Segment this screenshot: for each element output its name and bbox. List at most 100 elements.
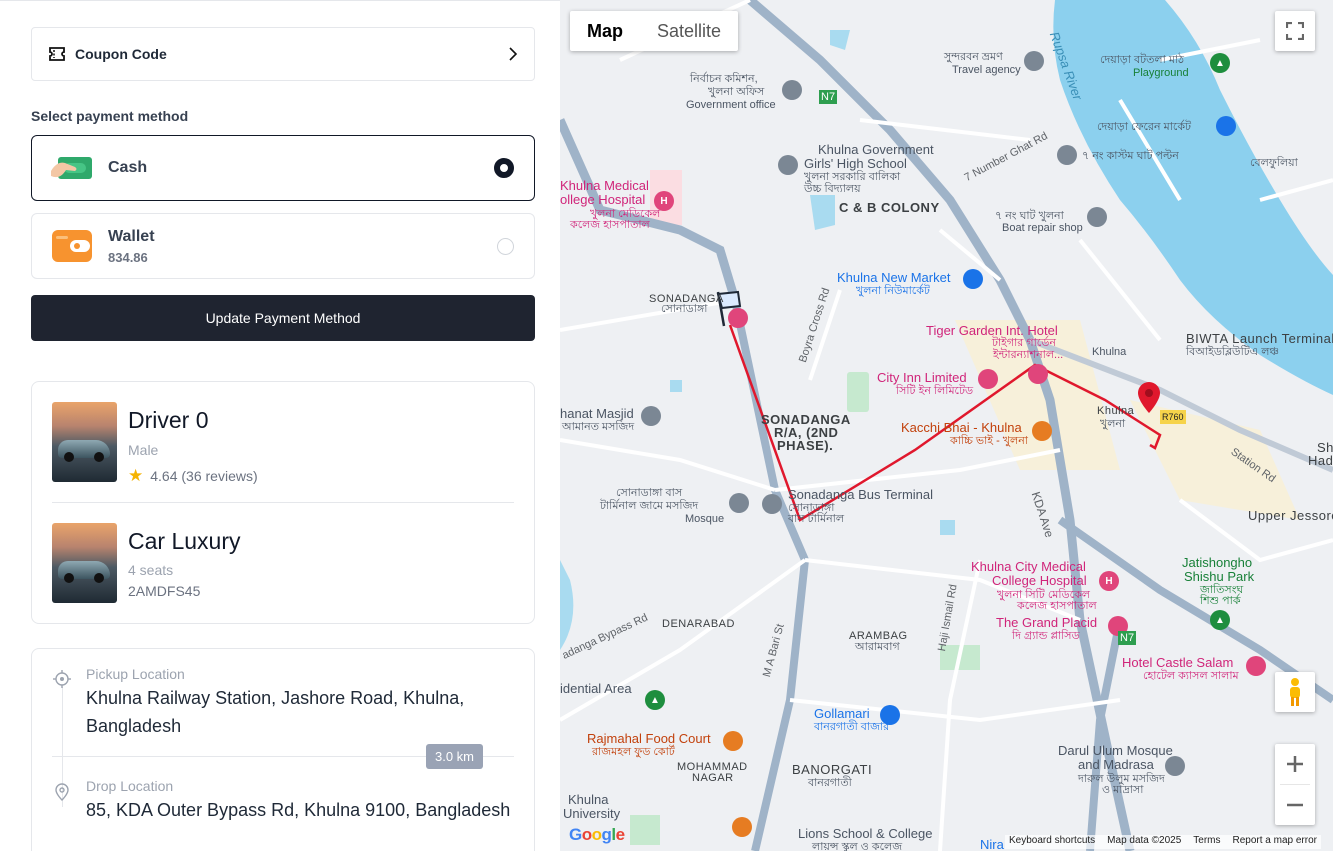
map-label: বিআইডব্লিউটিএ লঞ্চ — [1186, 346, 1280, 358]
route-map[interactable]: ▲ H H ▲ ▲ Rupsa River সুন্দরবন ভ্রমণ Tra… — [560, 0, 1333, 851]
park-pin-icon[interactable]: ▲ — [1210, 610, 1230, 630]
bus-terminal-pin-icon[interactable] — [762, 494, 782, 514]
map-label: City Inn Limited — [877, 370, 967, 385]
pickup-target-icon — [53, 670, 71, 688]
report-error-link[interactable]: Report a map error — [1233, 835, 1317, 849]
restaurant-pin-icon[interactable] — [723, 731, 743, 751]
government-office-pin-icon[interactable] — [782, 80, 802, 100]
wallet-balance: 834.86 — [108, 249, 148, 265]
map-label: Khulna City Medical — [971, 559, 1086, 574]
map-label: শিশু পার্ক — [1200, 595, 1241, 607]
fullscreen-icon — [1286, 22, 1304, 40]
map-label: খুলনা নিউমার্কেট — [856, 285, 930, 297]
restaurant-pin-icon[interactable] — [732, 817, 752, 837]
map-label: Boat repair shop — [1002, 222, 1083, 234]
boat-repair-pin-icon[interactable] — [1087, 207, 1107, 227]
map-label: টার্মিনাল জামে মসজিদ — [600, 500, 699, 512]
map-label: ও মাদ্রাসা — [1102, 784, 1144, 796]
map-label: Khulna — [568, 792, 609, 807]
street-view-button[interactable] — [1275, 672, 1315, 712]
map-label: Upper Jessore — [1248, 508, 1333, 523]
map-label: Hotel Castle Salam — [1122, 655, 1234, 670]
map-label: রাজমহল ফুড কোর্ট — [592, 746, 675, 758]
school-pin-icon[interactable] — [778, 155, 798, 175]
pickup-label: Pickup Location — [86, 666, 185, 682]
map-label: Khulna New Market — [837, 270, 951, 285]
payment-method-heading: Select payment method — [31, 108, 189, 124]
keyboard-shortcuts-link[interactable]: Keyboard shortcuts — [1009, 835, 1095, 849]
update-payment-method-button[interactable]: Update Payment Method — [31, 295, 535, 341]
mosque-pin-icon[interactable] — [1165, 756, 1185, 776]
fullscreen-button[interactable] — [1275, 11, 1315, 51]
new-market-pin-icon[interactable] — [963, 269, 983, 289]
driver-rating-text: 4.64 (36 reviews) — [150, 468, 258, 484]
cash-radio[interactable] — [494, 158, 514, 178]
map-label: N7 — [1118, 631, 1137, 645]
hotel-pin-icon[interactable] — [728, 308, 748, 328]
driver-row: Driver 0 Male ★ 4.64 (36 reviews) — [52, 402, 514, 486]
google-logo: Google — [569, 825, 625, 844]
map-label: N7 — [819, 90, 838, 104]
minus-icon — [1287, 803, 1303, 807]
chevron-right-icon — [509, 47, 518, 61]
map-label: Gollamari — [814, 706, 870, 721]
hotel-pin-icon[interactable] — [978, 369, 998, 389]
coupon-code-button[interactable]: Coupon Code — [31, 27, 535, 81]
map-label: College Hospital — [992, 573, 1087, 588]
map-label: বানরগাতী বাজার — [814, 721, 890, 733]
map-label: and Madrasa — [1078, 757, 1154, 772]
hospital-pin-icon[interactable]: H — [1099, 571, 1119, 591]
zoom-control — [1275, 744, 1315, 825]
star-icon: ★ — [128, 466, 144, 485]
map-label: Kacchi Bhai - Khulna — [901, 420, 1022, 435]
travel-agency-pin-icon[interactable] — [1024, 51, 1044, 71]
map-label: hanat Masjid — [560, 406, 634, 421]
map-label: বানরগাতী — [808, 777, 852, 789]
map-label: Khulna — [1097, 405, 1135, 417]
car-row: Car Luxury 4 seats 2AMDFS45 — [52, 523, 514, 603]
map-label: Shishu Park — [1184, 569, 1255, 584]
map-label: Khulna Medical — [560, 178, 649, 193]
map-label: হোটেল ক্যাসল সালাম — [1143, 670, 1239, 682]
restaurant-pin-icon[interactable] — [1032, 421, 1052, 441]
mosque-pin-icon[interactable] — [641, 406, 661, 426]
car-seats: 4 seats — [128, 562, 174, 578]
drop-pin-icon — [55, 783, 69, 801]
car-plate: 2AMDFS45 — [128, 583, 201, 599]
payment-option-wallet[interactable]: Wallet 834.86 — [31, 213, 535, 279]
app-root: Coupon Code Select payment method Cash W… — [0, 0, 1333, 851]
map-tab[interactable]: Map — [570, 11, 640, 51]
map-label: ৭ নং কাস্টম ঘাট পল্টন — [1082, 150, 1179, 162]
hotel-pin-icon[interactable] — [1246, 656, 1266, 676]
terms-link[interactable]: Terms — [1193, 835, 1220, 849]
ghat-pin-icon[interactable] — [1057, 145, 1077, 165]
playground-pin-icon[interactable]: ▲ — [1210, 53, 1230, 73]
map-label: PHASE). — [777, 438, 834, 453]
map-label: দি গ্র্যান্ড প্লাসিড — [1012, 630, 1080, 642]
map-label: Government office — [686, 99, 776, 111]
map-label: খুলনা — [1100, 418, 1126, 430]
hotel-pin-icon[interactable] — [1028, 364, 1048, 384]
wallet-icon — [48, 227, 96, 265]
mosque-pin-icon[interactable] — [729, 493, 749, 513]
map-label: সুন্দরবন ভ্রমণ — [944, 51, 1003, 63]
zoom-in-button[interactable] — [1275, 744, 1315, 784]
map-label: কলেজ হাসপাতাল — [1017, 600, 1097, 612]
zoom-out-button[interactable] — [1275, 785, 1315, 825]
car-name: Car Luxury — [128, 528, 241, 554]
map-label: Hadis — [1308, 453, 1333, 468]
park-pin-icon[interactable]: ▲ — [645, 690, 665, 710]
wallet-radio[interactable] — [497, 237, 514, 255]
satellite-tab[interactable]: Satellite — [640, 11, 738, 51]
market-pin-icon[interactable] — [1216, 116, 1236, 136]
map-label: Rajmahal Food Court — [587, 731, 711, 746]
driver-name: Driver 0 — [128, 407, 209, 433]
map-label: University — [563, 806, 621, 821]
driver-car-card: Driver 0 Male ★ 4.64 (36 reviews) Car Lu… — [31, 381, 535, 624]
payment-option-cash[interactable]: Cash — [31, 135, 535, 201]
coupon-code-label: Coupon Code — [75, 46, 167, 62]
payment-option-name: Cash — [108, 159, 148, 176]
map-label: Khulna — [1092, 346, 1127, 358]
map-label: নির্বাচন কমিশন, — [690, 73, 758, 85]
driver-gender: Male — [128, 442, 159, 458]
